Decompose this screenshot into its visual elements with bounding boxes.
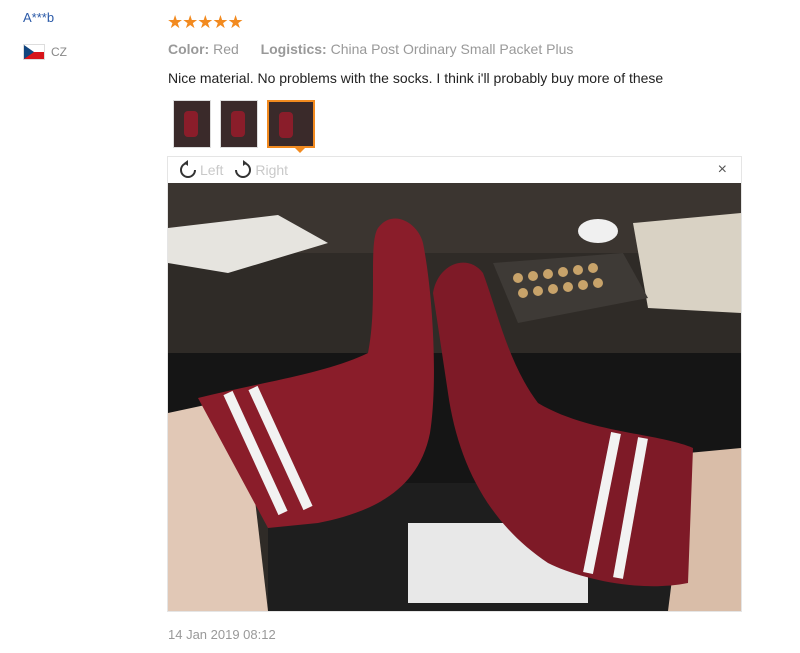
review-meta: Color: Red Logistics: China Post Ordinar…	[168, 41, 573, 57]
star-rating: ★★★★★	[167, 12, 244, 32]
rotate-left-icon	[180, 160, 196, 178]
review-thumbnail[interactable]	[173, 100, 211, 148]
review-thumbnail-selected[interactable]	[267, 100, 315, 148]
review-comment: Nice material. No problems with the sock…	[168, 70, 664, 86]
rotate-right-icon	[235, 160, 252, 178]
review-photo	[168, 183, 741, 611]
reviewer-country: CZ	[23, 44, 67, 60]
country-code: CZ	[51, 45, 67, 59]
review-thumbnail[interactable]	[220, 100, 258, 148]
selected-thumbnail-caret-icon	[294, 147, 306, 153]
logistics-label: Logistics:	[260, 41, 327, 57]
rotate-left-button[interactable]: Left	[178, 160, 223, 180]
review-date: 14 Jan 2019 08:12	[168, 627, 276, 642]
close-viewer-button[interactable]: ×	[718, 161, 727, 179]
czech-flag-icon	[23, 44, 45, 60]
review-thumbnails	[173, 100, 315, 148]
logistics-value: China Post Ordinary Small Packet Plus	[330, 41, 574, 57]
rotate-left-label: Left	[200, 162, 224, 178]
reviewer-name: A***b	[23, 10, 55, 25]
color-value: Red	[213, 41, 239, 57]
sock-photo-image	[168, 183, 741, 611]
color-label: Color:	[168, 41, 210, 57]
viewer-toolbar: Left Right ×	[168, 157, 741, 183]
image-viewer: Left Right ×	[167, 156, 742, 612]
rotate-right-button[interactable]: Right	[233, 160, 288, 180]
rotate-right-label: Right	[255, 162, 289, 178]
